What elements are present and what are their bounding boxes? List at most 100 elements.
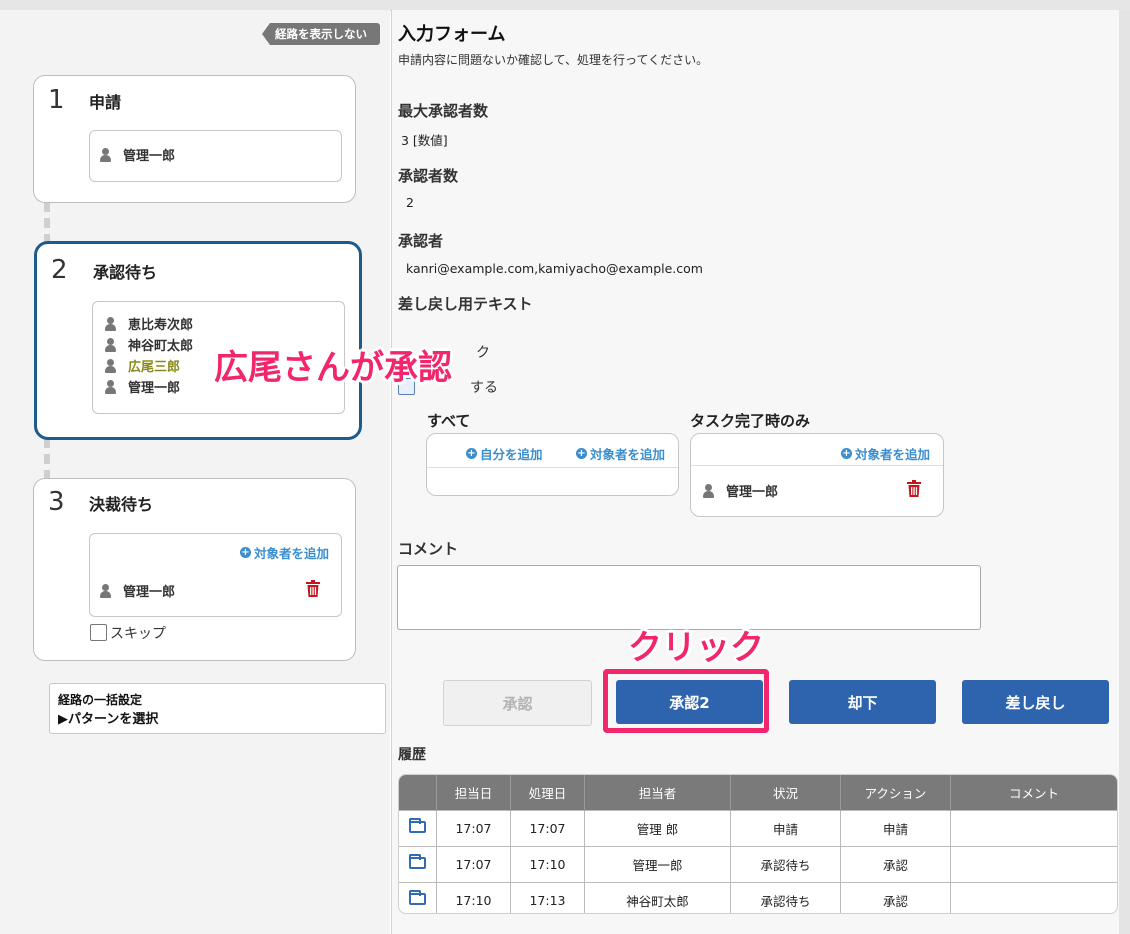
folder-icon[interactable] bbox=[409, 818, 426, 833]
step-title: 承認待ち bbox=[93, 263, 158, 282]
cell-person: 管理一郎 bbox=[584, 846, 731, 883]
add-target-label: 対象者を追加 bbox=[254, 546, 330, 561]
add-target-link[interactable]: + 対象者を追加 bbox=[841, 444, 930, 463]
follow-label: する bbox=[470, 380, 498, 396]
folder-icon[interactable] bbox=[409, 890, 426, 905]
table-row: 17:07 17:07 管理 郎 申請 申請 bbox=[399, 810, 1117, 847]
assignee-name: 管理一郎 bbox=[726, 485, 779, 500]
partial-label: ク bbox=[476, 345, 490, 361]
col-processed: 処理日 bbox=[510, 775, 585, 811]
notify-all-label: すべて bbox=[427, 412, 471, 430]
approvers-value: kanri@example.com,kamiyacho@example.com bbox=[406, 261, 703, 276]
cell-action: 申請 bbox=[840, 810, 951, 847]
trash-icon[interactable] bbox=[907, 480, 921, 497]
table-row: 17:10 17:13 神谷町太郎 承認待ち 承認 bbox=[399, 882, 1117, 913]
step-1-card: 1 申請 管理一郎 bbox=[33, 75, 356, 203]
table-row: 17:07 17:10 管理一郎 承認待ち 承認 bbox=[399, 846, 1117, 883]
assignee-name: 広尾三郎 bbox=[128, 360, 181, 375]
add-self-label: 自分を追加 bbox=[480, 447, 543, 462]
assignee: 恵比寿次郎 bbox=[105, 314, 193, 333]
step-title: 申請 bbox=[89, 93, 122, 112]
person-icon bbox=[100, 147, 111, 162]
approver-count-value: 2 bbox=[406, 195, 414, 210]
sendback-button[interactable]: 差し戻し bbox=[962, 680, 1109, 724]
approver-count-label: 承認者数 bbox=[398, 167, 459, 185]
person-icon bbox=[703, 483, 714, 498]
cell-processed: 17:10 bbox=[510, 846, 585, 883]
click-highlight-frame bbox=[603, 669, 769, 733]
step-number: 2 bbox=[51, 255, 68, 285]
step-assignee-box: + 対象者を追加 管理一郎 bbox=[89, 533, 342, 617]
approvers-label: 承認者 bbox=[398, 232, 444, 250]
col-person: 担当者 bbox=[584, 775, 731, 811]
assignee: 管理一郎 bbox=[703, 481, 778, 500]
form-description: 申請内容に問題ないか確認して、処理を行ってください。 bbox=[398, 53, 709, 67]
cell-assigned: 17:07 bbox=[436, 846, 511, 883]
cell-status: 承認待ち bbox=[730, 882, 841, 913]
col-status: 状況 bbox=[730, 775, 841, 811]
select-pattern-link[interactable]: ▶パターンを選択 bbox=[58, 708, 158, 727]
panel-divider bbox=[427, 467, 678, 468]
col-icon bbox=[399, 775, 437, 811]
task-done-panel: + 対象者を追加 管理一郎 bbox=[690, 433, 944, 517]
cell-person: 管理 郎 bbox=[584, 810, 731, 847]
add-target-label: 対象者を追加 bbox=[855, 447, 931, 462]
panel-divider bbox=[691, 465, 943, 466]
cell-action: 承認 bbox=[840, 846, 951, 883]
assignee-name: 管理一郎 bbox=[128, 381, 181, 396]
person-icon bbox=[100, 583, 111, 598]
route-pattern-box[interactable]: 経路の一括設定 ▶パターンを選択 bbox=[49, 683, 386, 734]
plus-circle-icon: + bbox=[841, 448, 852, 459]
comment-label: コメント bbox=[398, 540, 459, 558]
plus-circle-icon: + bbox=[240, 547, 251, 558]
reject-button[interactable]: 却下 bbox=[789, 680, 936, 724]
cell-comment bbox=[950, 882, 1117, 913]
approval-annotation: 広尾さんが承認 bbox=[214, 348, 452, 388]
cell-status: 承認待ち bbox=[730, 846, 841, 883]
step-connector bbox=[44, 202, 50, 242]
person-icon bbox=[105, 358, 116, 373]
person-icon bbox=[105, 316, 116, 331]
cell-action: 承認 bbox=[840, 882, 951, 913]
person-icon bbox=[105, 337, 116, 352]
scrollbar-track[interactable] bbox=[1119, 10, 1130, 934]
cell-status: 申請 bbox=[730, 810, 841, 847]
cell-processed: 17:13 bbox=[510, 882, 585, 913]
route-bulk-label: 経路の一括設定 bbox=[58, 693, 143, 707]
history-header-row: 担当日 処理日 担当者 状況 アクション コメント bbox=[399, 775, 1117, 811]
cell-comment bbox=[950, 810, 1117, 847]
approve-button[interactable]: 承認 bbox=[443, 680, 592, 726]
step-connector bbox=[44, 438, 50, 478]
form-title: 入力フォーム bbox=[398, 24, 506, 45]
sendback-text-label: 差し戻し用テキスト bbox=[398, 295, 533, 313]
assignee-name: 神谷町太郎 bbox=[128, 339, 194, 354]
folder-icon[interactable] bbox=[409, 854, 426, 869]
col-action: アクション bbox=[840, 775, 951, 811]
add-target-link[interactable]: + 対象者を追加 bbox=[576, 444, 665, 463]
skip-checkbox[interactable] bbox=[90, 624, 107, 641]
assignee: 管理一郎 bbox=[105, 377, 180, 396]
assignee-name: 管理一郎 bbox=[123, 149, 176, 164]
hide-route-button[interactable]: 経路を表示しない bbox=[262, 23, 380, 45]
plus-circle-icon: + bbox=[576, 448, 587, 459]
max-approvers-label: 最大承認者数 bbox=[398, 102, 489, 120]
cell-assigned: 17:10 bbox=[436, 882, 511, 913]
step-number: 3 bbox=[48, 487, 65, 517]
step-assignee-box: 管理一郎 bbox=[89, 130, 342, 182]
cell-processed: 17:07 bbox=[510, 810, 585, 847]
add-self-link[interactable]: + 自分を追加 bbox=[466, 444, 543, 463]
assignee: 管理一郎 bbox=[100, 581, 175, 600]
step-number: 1 bbox=[48, 85, 65, 115]
col-assigned: 担当日 bbox=[436, 775, 511, 811]
assignee-name: 恵比寿次郎 bbox=[128, 318, 194, 333]
history-table: 担当日 処理日 担当者 状況 アクション コメント 17:07 17:07 管理… bbox=[398, 774, 1118, 914]
add-target-link[interactable]: + 対象者を追加 bbox=[240, 543, 329, 562]
plus-circle-icon: + bbox=[466, 448, 477, 459]
max-approvers-value: 3 [数値] bbox=[401, 133, 448, 148]
cell-assigned: 17:07 bbox=[436, 810, 511, 847]
skip-label: スキップ bbox=[110, 626, 166, 642]
cell-person: 神谷町太郎 bbox=[584, 882, 731, 913]
trash-icon[interactable] bbox=[306, 580, 320, 597]
add-target-label: 対象者を追加 bbox=[590, 447, 666, 462]
col-comment: コメント bbox=[950, 775, 1117, 811]
